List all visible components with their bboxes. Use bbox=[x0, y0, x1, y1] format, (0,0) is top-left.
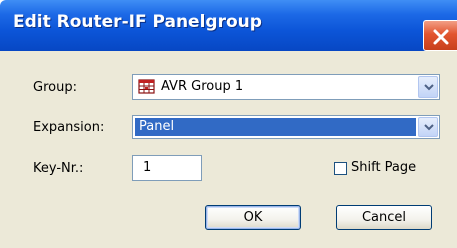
group-select[interactable]: AVR Group 1 bbox=[132, 74, 440, 100]
dialog-body: Group: AVR Group 1 Expansion: Panel Key-… bbox=[0, 51, 457, 248]
close-x-icon bbox=[433, 29, 449, 45]
shift-page-checkbox[interactable] bbox=[334, 162, 347, 175]
expansion-dropdown-button[interactable] bbox=[418, 117, 438, 137]
cancel-button[interactable]: Cancel bbox=[336, 205, 432, 230]
group-label: Group: bbox=[33, 80, 77, 95]
group-grid-icon bbox=[138, 79, 155, 94]
expansion-label: Expansion: bbox=[33, 120, 105, 135]
expansion-select[interactable]: Panel bbox=[132, 115, 440, 139]
group-dropdown-button[interactable] bbox=[418, 76, 438, 98]
key-nr-value: 1 bbox=[143, 160, 152, 175]
title-bar[interactable]: Edit Router-IF Panelgroup bbox=[0, 0, 457, 51]
window-title: Edit Router-IF Panelgroup bbox=[13, 12, 262, 32]
expansion-value: Panel bbox=[139, 119, 175, 134]
chevron-down-icon bbox=[424, 124, 434, 131]
ok-button-label: OK bbox=[243, 210, 263, 225]
key-nr-label: Key-Nr.: bbox=[33, 161, 84, 176]
cancel-button-label: Cancel bbox=[361, 210, 407, 225]
ok-button[interactable]: OK bbox=[205, 205, 301, 230]
selection-highlight bbox=[135, 118, 416, 136]
close-button[interactable] bbox=[423, 20, 457, 51]
group-value: AVR Group 1 bbox=[161, 79, 244, 94]
chevron-down-icon bbox=[424, 84, 434, 91]
key-nr-field[interactable]: 1 bbox=[132, 155, 202, 181]
shift-page-label[interactable]: Shift Page bbox=[351, 160, 416, 175]
